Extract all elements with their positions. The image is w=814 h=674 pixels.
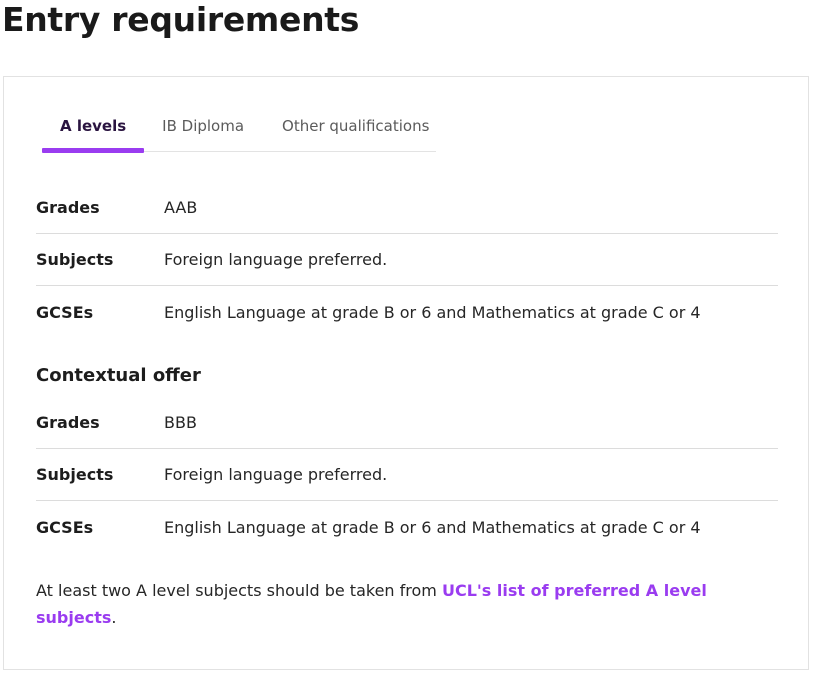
row-label: GCSEs <box>36 302 94 322</box>
note-text-after: . <box>111 608 117 627</box>
row-value: BBB <box>164 413 197 432</box>
row-label: Grades <box>36 198 100 217</box>
table-row: Subjects Foreign language preferred. <box>36 449 778 501</box>
row-value: Foreign language preferred. <box>164 465 388 484</box>
table-row: Grades BBB <box>36 397 778 449</box>
entry-requirements-panel: A levels IB Diploma Other qualifications… <box>3 76 809 670</box>
tab-a-levels[interactable]: A levels <box>42 115 145 153</box>
tab-ib-diploma[interactable]: IB Diploma <box>144 115 262 151</box>
page-title: Entry requirements <box>2 0 360 39</box>
row-value: English Language at grade B or 6 and Mat… <box>164 517 701 537</box>
row-label: Subjects <box>36 465 114 484</box>
row-label: Subjects <box>36 250 114 269</box>
table-row: Subjects Foreign language preferred. <box>36 234 778 286</box>
preferred-subjects-note: At least two A level subjects should be … <box>36 577 756 631</box>
contextual-offer-table: Grades BBB Subjects Foreign language pre… <box>36 397 778 553</box>
row-value: AAB <box>164 198 198 217</box>
tab-other-qualifications[interactable]: Other qualifications <box>262 115 448 151</box>
table-row: Grades AAB <box>36 182 778 234</box>
row-value: Foreign language preferred. <box>164 250 388 269</box>
contextual-offer-heading: Contextual offer <box>36 365 201 386</box>
row-value: English Language at grade B or 6 and Mat… <box>164 302 701 322</box>
row-label: Grades <box>36 413 100 432</box>
standard-offer-table: Grades AAB Subjects Foreign language pre… <box>36 182 778 338</box>
qualification-tabs: A levels IB Diploma Other qualifications <box>42 115 436 153</box>
note-text-before: At least two A level subjects should be … <box>36 581 442 600</box>
table-row: GCSEs English Language at grade B or 6 a… <box>36 286 778 338</box>
table-row: GCSEs English Language at grade B or 6 a… <box>36 501 778 553</box>
row-label: GCSEs <box>36 517 94 537</box>
